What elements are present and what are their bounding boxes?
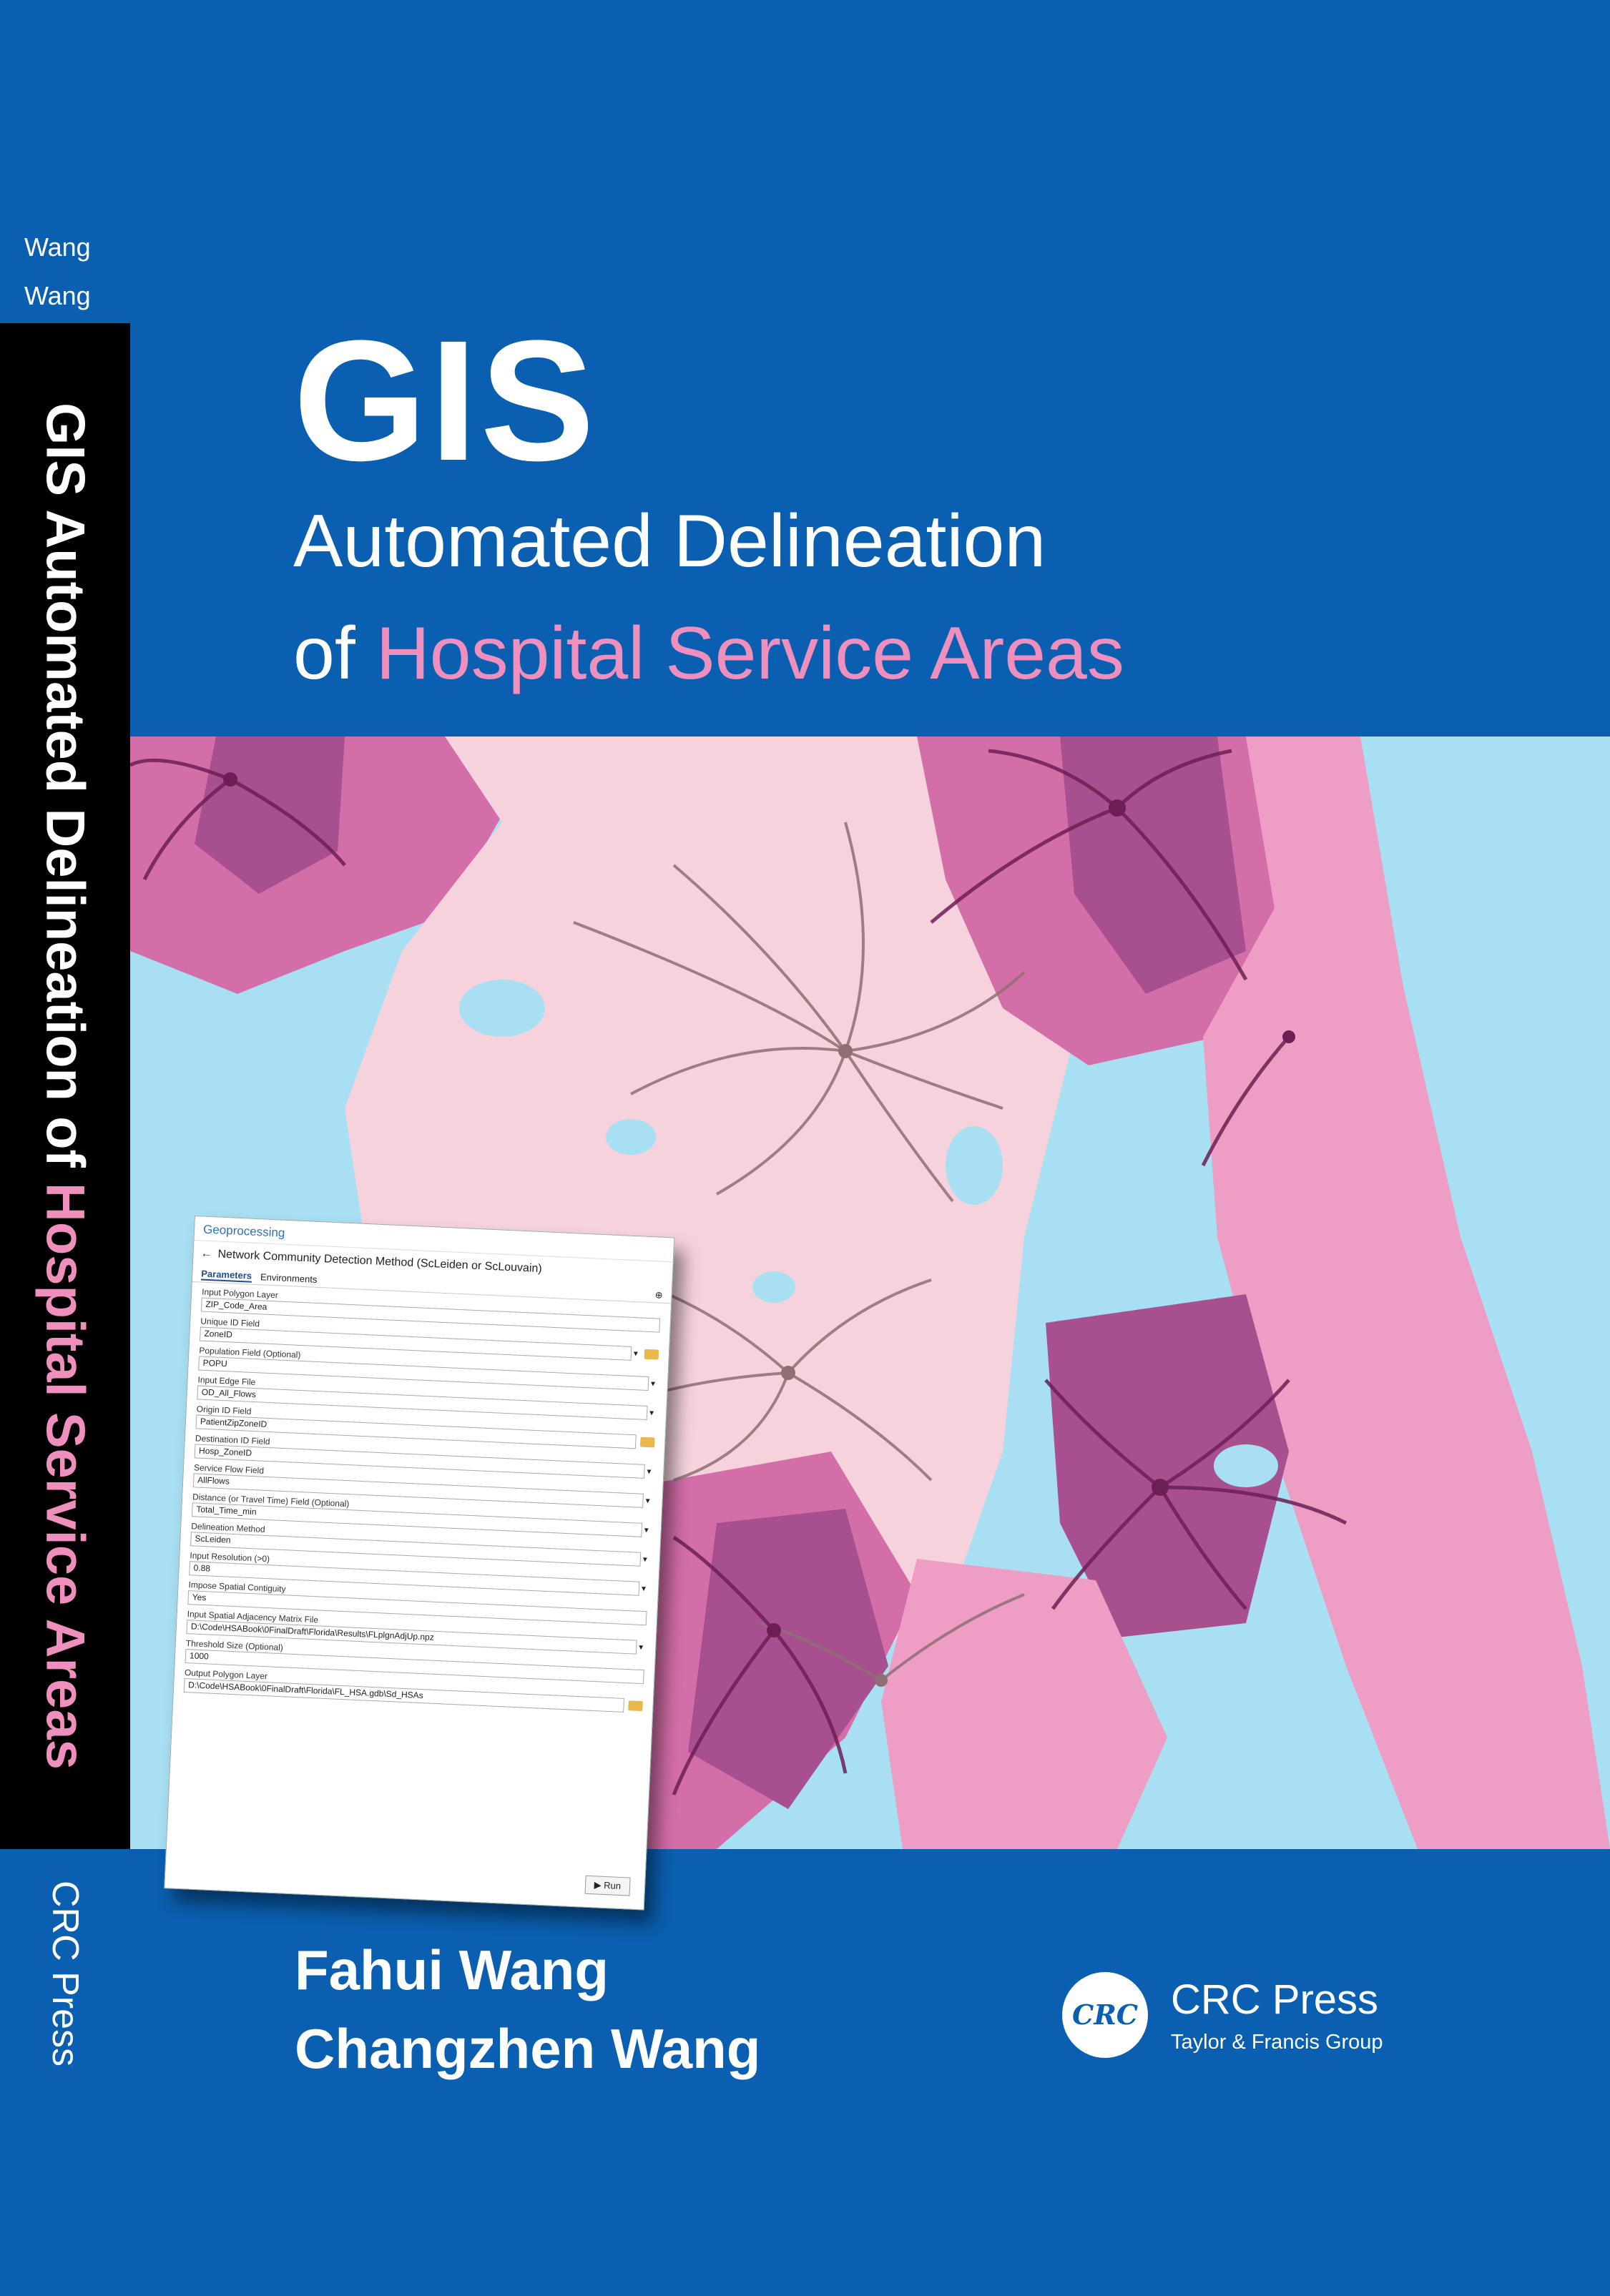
lake xyxy=(1146,1205,1189,1269)
lake xyxy=(1214,1444,1278,1487)
lake xyxy=(946,1126,1003,1205)
author-1: Fahui Wang xyxy=(295,1938,609,2001)
dropdown-arrow-icon[interactable]: ▼ xyxy=(632,1349,640,1358)
add-icon[interactable]: ⊕ xyxy=(654,1289,663,1301)
back-arrow-icon[interactable]: ← xyxy=(200,1247,212,1261)
authors: Fahui Wang Changzhen Wang xyxy=(295,1931,760,2088)
book-cover: Wang Wang GIS Automated Delineation of H… xyxy=(0,0,1610,2296)
geoprocessing-dialog: Geoprocessing ← Network Community Detect… xyxy=(164,1216,675,1911)
title-line-3: of Hospital Service Areas xyxy=(293,616,1124,691)
crc-logo-icon: CRC xyxy=(1062,1972,1148,2058)
title-gis: GIS xyxy=(293,305,598,496)
tab-parameters[interactable]: Parameters xyxy=(200,1268,252,1283)
dropdown-arrow-icon[interactable]: ▼ xyxy=(649,1380,657,1389)
dropdown-arrow-icon[interactable]: ▼ xyxy=(641,1555,649,1564)
publisher-tagline: Taylor & Francis Group xyxy=(1171,2031,1383,2054)
folder-icon[interactable] xyxy=(628,1700,643,1712)
run-label: Run xyxy=(603,1879,622,1891)
run-button[interactable]: ▶ Run xyxy=(584,1875,631,1896)
title-line-3-highlight: Hospital Service Areas xyxy=(375,612,1124,695)
dropdown-arrow-icon[interactable]: ▼ xyxy=(644,1467,653,1476)
tab-environments[interactable]: Environments xyxy=(260,1271,318,1285)
play-icon: ▶ xyxy=(594,1879,604,1891)
spine-publisher: CRC Press xyxy=(44,1880,86,2067)
title-line-3-prefix: of xyxy=(293,612,376,695)
title-line-2: Automated Delineation xyxy=(293,500,1046,583)
folder-icon[interactable] xyxy=(644,1349,659,1360)
spine-author-1: Wang xyxy=(24,232,91,262)
spine-title-highlight: Hospital Service Areas xyxy=(34,1182,96,1770)
lake xyxy=(459,980,545,1037)
spine-title-main: GIS Automated Delineation of xyxy=(34,403,96,1183)
publisher-name: CRC Press xyxy=(1171,1976,1379,2023)
dropdown-arrow-icon[interactable]: ▼ xyxy=(637,1643,645,1652)
dropdown-arrow-icon[interactable]: ▼ xyxy=(642,1526,650,1534)
spine-author-2: Wang xyxy=(24,281,91,310)
lake xyxy=(752,1271,795,1303)
dropdown-arrow-icon[interactable]: ▼ xyxy=(647,1409,656,1418)
dropdown-arrow-icon[interactable]: ▼ xyxy=(639,1585,648,1593)
folder-icon[interactable] xyxy=(639,1437,655,1448)
spine-authors: Wang Wang xyxy=(24,223,91,320)
parameters-panel: Input Polygon Layer ZIP_Code_Area Unique… xyxy=(174,1282,671,1714)
lake xyxy=(606,1119,656,1155)
spine-title: GIS Automated Delineation of Hospital Se… xyxy=(34,403,97,1770)
author-2: Changzhen Wang xyxy=(295,2017,761,2080)
dropdown-arrow-icon[interactable]: ▼ xyxy=(643,1497,652,1505)
